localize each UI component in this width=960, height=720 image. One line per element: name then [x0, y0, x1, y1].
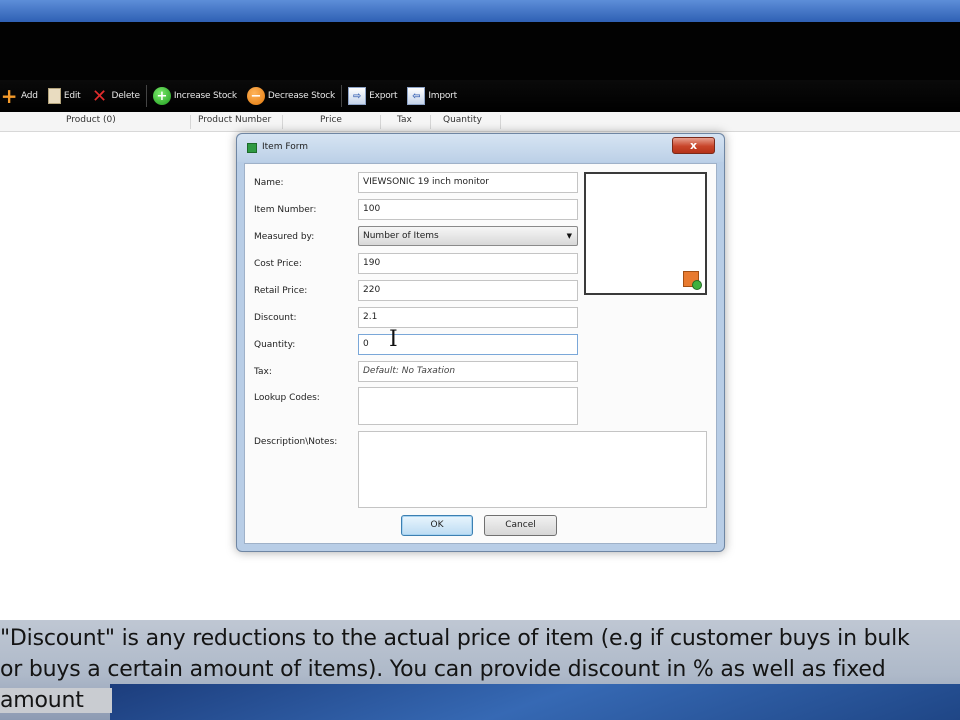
discount-label: Discount: [254, 313, 297, 323]
measured-by-label: Measured by: [254, 232, 315, 242]
app-header [0, 22, 960, 80]
close-button[interactable]: x [672, 137, 715, 154]
column-divider [500, 115, 501, 129]
cancel-button[interactable]: Cancel [484, 515, 557, 536]
column-divider [430, 115, 431, 129]
item-number-field[interactable]: 100 [358, 199, 578, 220]
toolbar: + Add Edit ✕ Delete + Increase Stock − D… [0, 80, 960, 112]
lookup-codes-label: Lookup Codes: [254, 393, 320, 403]
add-button[interactable]: + Add [0, 84, 38, 108]
text-cursor-icon: I [389, 327, 398, 352]
decrease-stock-icon: − [246, 87, 265, 105]
column-divider [282, 115, 283, 129]
retail-price-label: Retail Price: [254, 286, 308, 296]
export-icon: ⇨ [348, 87, 367, 105]
delete-label: Delete [111, 91, 140, 101]
retail-price-field[interactable]: 220 [358, 280, 578, 301]
dialog-title-bar: Item Form x [237, 134, 724, 162]
caption-line-2: or buys a certain amount of items). You … [0, 657, 886, 682]
edit-label: Edit [63, 91, 81, 101]
tax-field[interactable]: Default: No Taxation [358, 361, 578, 382]
import-label: Import [428, 91, 458, 101]
delete-x-icon: ✕ [92, 85, 107, 107]
toolbar-separator [341, 85, 343, 107]
column-divider [190, 115, 191, 129]
measured-by-value: Number of Items [363, 231, 439, 241]
column-header-product-number[interactable]: Product Number [198, 115, 271, 125]
caption-line-1: "Discount" is any reductions to the actu… [0, 626, 910, 651]
add-image-icon[interactable] [683, 271, 702, 290]
plus-icon: + [0, 84, 18, 108]
decrease-stock-button[interactable]: − Decrease Stock [246, 84, 336, 108]
import-button[interactable]: ⇦ Import [407, 84, 457, 108]
tax-label: Tax: [254, 367, 272, 377]
table-header: Product (0) Product Number Price Tax Qua… [0, 112, 960, 132]
edit-button[interactable]: Edit [47, 84, 81, 108]
item-number-label: Item Number: [254, 205, 317, 215]
discount-field[interactable]: 2.1 [358, 307, 578, 328]
description-label: Description\Notes: [254, 437, 338, 447]
cost-price-label: Cost Price: [254, 259, 302, 269]
dropdown-arrow-icon: ▼ [566, 232, 572, 240]
window-title-bar [0, 0, 960, 22]
delete-button[interactable]: ✕ Delete [90, 84, 140, 108]
add-label: Add [21, 91, 38, 101]
edit-icon [47, 88, 61, 104]
decrease-stock-label: Decrease Stock [267, 91, 336, 101]
increase-stock-icon: + [152, 87, 171, 105]
name-label: Name: [254, 178, 284, 188]
cost-price-field[interactable]: 190 [358, 253, 578, 274]
lookup-codes-field[interactable] [358, 387, 578, 425]
dialog-title: Item Form [262, 142, 309, 152]
increase-stock-button[interactable]: + Increase Stock [152, 84, 237, 108]
column-header-price[interactable]: Price [320, 115, 342, 125]
column-header-product[interactable]: Product (0) [66, 115, 116, 125]
column-divider [380, 115, 381, 129]
export-button[interactable]: ⇨ Export [348, 84, 398, 108]
import-icon: ⇦ [407, 87, 426, 105]
column-header-quantity[interactable]: Quantity [443, 115, 482, 125]
export-label: Export [369, 91, 398, 101]
item-image-box[interactable] [584, 172, 707, 295]
column-header-tax[interactable]: Tax [397, 115, 412, 125]
ok-button[interactable]: OK [401, 515, 473, 536]
name-field[interactable]: VIEWSONIC 19 inch monitor [358, 172, 578, 193]
toolbar-separator [145, 85, 147, 107]
quantity-label: Quantity: [254, 340, 296, 350]
caption-line-3: amount [0, 688, 112, 713]
form-icon [247, 143, 257, 153]
measured-by-select[interactable]: Number of Items ▼ [358, 226, 578, 246]
description-field[interactable] [358, 431, 707, 508]
increase-stock-label: Increase Stock [173, 91, 237, 101]
